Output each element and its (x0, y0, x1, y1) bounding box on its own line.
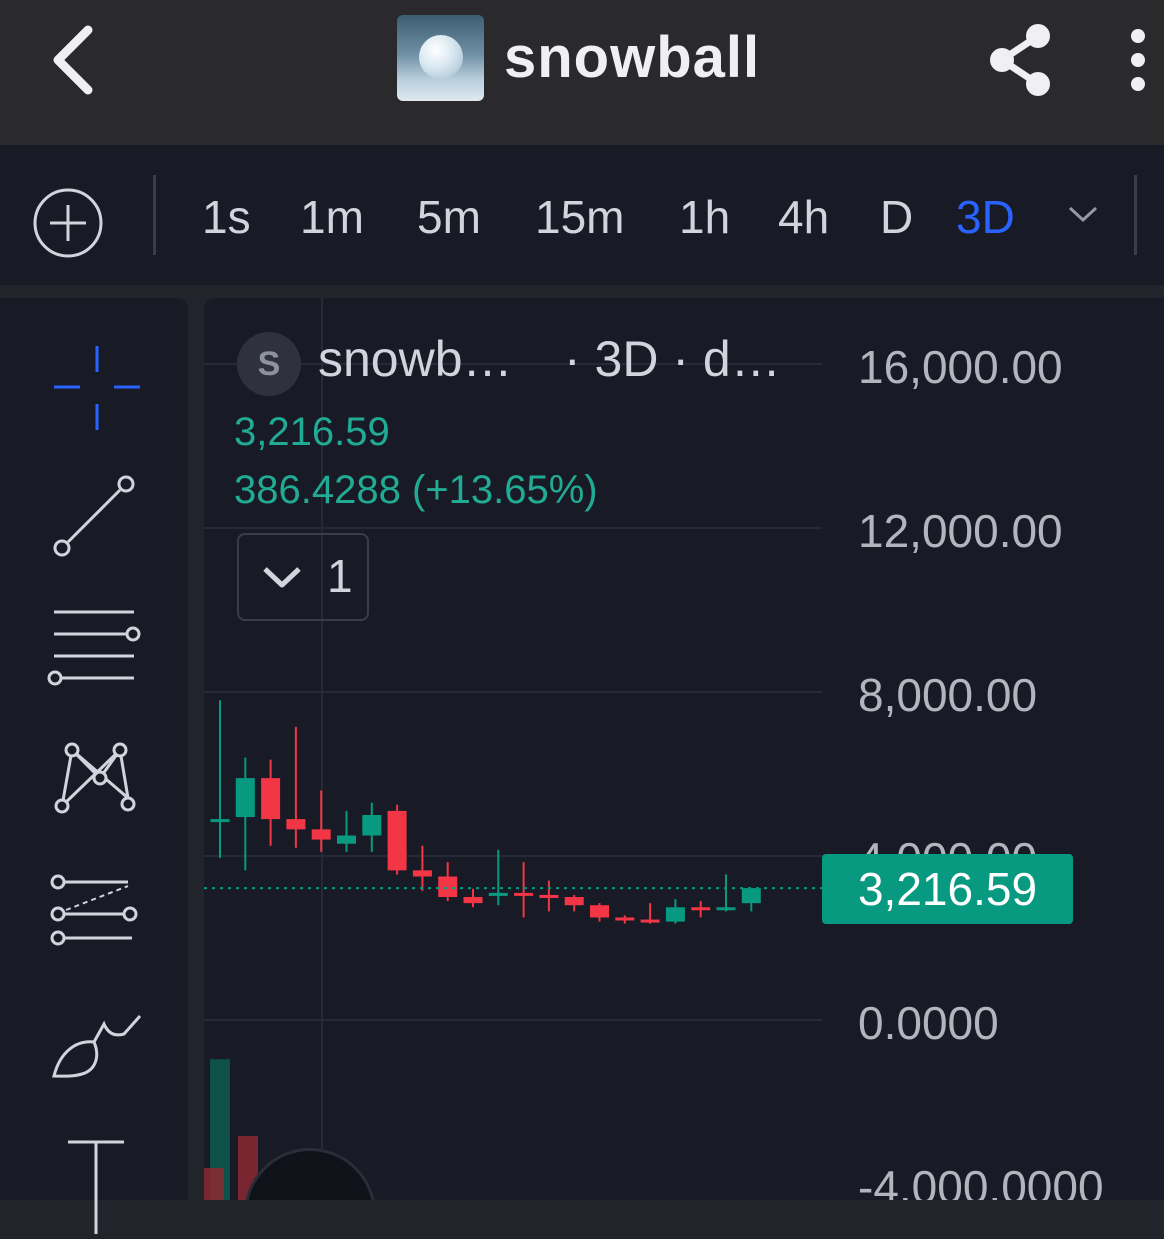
candle-body (412, 870, 432, 877)
horizontal-lines-tool[interactable] (40, 604, 150, 704)
timeframe-4h[interactable]: 4h (778, 189, 829, 245)
candle-body (691, 907, 711, 911)
y-tick-label: 8,000.00 (858, 669, 1038, 721)
brush-tool[interactable] (40, 1004, 150, 1104)
timeframe-dropdown[interactable] (1066, 203, 1100, 225)
plus-circle-icon (33, 188, 103, 258)
share-icon (990, 24, 1050, 96)
y-tick-label: 0.0000 (858, 997, 999, 1049)
forecast-icon (50, 874, 138, 946)
candle-body (716, 907, 736, 911)
legend-price: 3,216.59 (234, 410, 390, 454)
timeframe-d[interactable]: D (880, 189, 913, 245)
candle-body (463, 897, 483, 904)
candle-body (387, 810, 407, 871)
chevron-down-icon (1068, 206, 1098, 223)
legend-change: 386.4288 (+13.65%) (234, 468, 598, 512)
candle-body (235, 778, 255, 818)
y-tick-label: -4,000.0000 (858, 1161, 1104, 1200)
text-tool[interactable] (40, 1134, 150, 1234)
back-button[interactable] (40, 22, 110, 98)
pattern-icon (54, 742, 136, 814)
timeframe-1h[interactable]: 1h (679, 189, 730, 245)
candle-body (210, 819, 230, 823)
share-button[interactable] (982, 20, 1058, 100)
crosshair-icon (54, 346, 140, 430)
drawing-toolbar (0, 298, 188, 1234)
chevron-down-icon (263, 567, 301, 588)
y-tick-label: 12,000.00 (858, 505, 1063, 557)
timeframe-1m[interactable]: 1m (300, 189, 364, 245)
timeframe-3d[interactable]: 3D (956, 189, 1015, 245)
candle-body (286, 819, 306, 830)
candle-body (615, 917, 635, 921)
timeframe-15m[interactable]: 15m (535, 189, 624, 245)
candle-body (741, 888, 761, 904)
timeframe-1s[interactable]: 1s (202, 189, 251, 245)
divider (1134, 175, 1137, 255)
candle-body (337, 835, 356, 844)
indicator-count: 1 (327, 550, 353, 602)
token-avatar (397, 15, 484, 101)
trend-line-tool[interactable] (40, 474, 150, 574)
symbol-badge: S (237, 332, 301, 396)
symbol-meta: · 3D · d… (564, 331, 781, 387)
timeframe-5m[interactable]: 5m (417, 189, 481, 245)
divider (153, 175, 156, 255)
trend-line-icon (53, 475, 135, 557)
candle-body (362, 815, 382, 836)
app-header: snowball (0, 0, 1164, 145)
candle-body (640, 919, 660, 923)
candle-body (564, 897, 584, 906)
last-price-tag: 3,216.59 (822, 854, 1073, 924)
candle-body (590, 905, 609, 918)
symbol-name[interactable]: snowb… (318, 330, 513, 388)
candle-body (311, 829, 331, 840)
candle-body (438, 876, 458, 897)
more-vertical-icon (1131, 29, 1145, 91)
y-tick-label: 16,000.00 (858, 341, 1063, 393)
pattern-tool[interactable] (40, 738, 150, 838)
candle-body (514, 892, 534, 896)
brush-icon (52, 1015, 142, 1078)
indicators-toggle[interactable]: 1 (237, 533, 369, 621)
chart-panel[interactable]: S snowb… · 3D · d… 3,216.59 386.4288 (+1… (204, 298, 1164, 1200)
timeframe-bar: 1s 1m 5m 15m 1h 4h D 3D (0, 145, 1164, 285)
candle-body (665, 907, 685, 922)
chevron-left-icon (53, 25, 93, 95)
text-icon (68, 1140, 124, 1234)
forecast-tool[interactable] (40, 872, 150, 972)
page-title: snowball (504, 25, 761, 90)
candle-body (488, 892, 508, 896)
more-button[interactable] (1120, 24, 1156, 96)
add-indicator-button[interactable] (30, 185, 106, 261)
crosshair-tool[interactable] (40, 340, 150, 440)
candle-body (539, 894, 559, 898)
candle-body (261, 778, 281, 820)
horizontal-lines-icon (47, 610, 141, 686)
volume-bar (204, 1168, 224, 1200)
